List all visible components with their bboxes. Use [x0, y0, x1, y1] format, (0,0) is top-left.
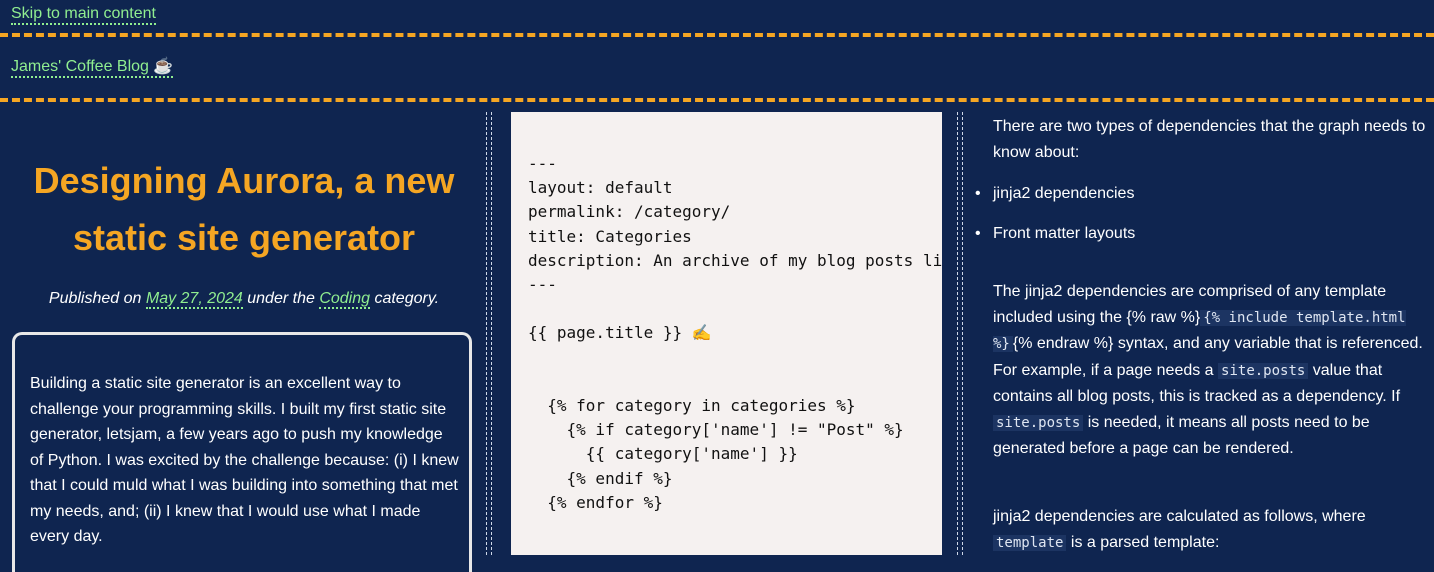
meta-suffix: category.	[370, 290, 440, 307]
inline-code: site.posts	[993, 414, 1084, 431]
text-span: jinja2 dependencies are calculated as fo…	[993, 508, 1366, 525]
column-divider	[491, 112, 492, 555]
skip-to-main-link[interactable]: Skip to main content	[11, 5, 156, 25]
list-item: • Front matter layouts	[975, 221, 1135, 246]
calculation-paragraph: jinja2 dependencies are calculated as fo…	[993, 504, 1433, 555]
header-divider-top	[0, 33, 1434, 37]
inline-code: site.posts	[1218, 362, 1309, 379]
bullet-icon: •	[975, 225, 981, 242]
dependencies-intro-paragraph: There are two types of dependencies that…	[993, 118, 1426, 161]
dependency-list: • jinja2 dependencies • Front matter layou…	[975, 181, 1135, 246]
jinja2-dependencies-paragraph: The jinja2 dependencies are comprised of…	[993, 279, 1433, 462]
text-span: is a parsed template:	[1066, 533, 1220, 551]
post-category-link[interactable]: Coding	[319, 290, 371, 309]
column-divider	[486, 112, 487, 555]
intro-card: Building a static site generator is an e…	[12, 332, 472, 572]
intro-paragraph: Building a static site generator is an e…	[30, 375, 459, 545]
post-header-column: Designing Aurora, a new static site gene…	[0, 112, 486, 572]
code-block: --- layout: default permalink: /category…	[511, 112, 942, 555]
header-divider-bottom	[0, 98, 1434, 102]
article-body-column: There are two types of dependencies that…	[975, 112, 1434, 555]
post-date-link[interactable]: May 27, 2024	[145, 290, 243, 309]
column-divider	[962, 112, 963, 555]
post-meta: Published on May 27, 2024 under the Codi…	[14, 290, 474, 309]
list-item: • jinja2 dependencies	[975, 181, 1135, 206]
bullet-icon: •	[975, 185, 981, 202]
inline-code: template	[993, 534, 1067, 551]
code-content: --- layout: default permalink: /category…	[528, 154, 942, 512]
meta-middle: under the	[242, 290, 320, 307]
post-title: Designing Aurora, a new static site gene…	[33, 160, 455, 258]
column-divider	[957, 112, 958, 555]
list-item-label: Front matter layouts	[993, 225, 1136, 242]
list-item-label: jinja2 dependencies	[993, 185, 1135, 202]
site-title-link[interactable]: James' Coffee Blog ☕	[11, 58, 174, 78]
meta-prefix: Published on	[48, 290, 146, 307]
